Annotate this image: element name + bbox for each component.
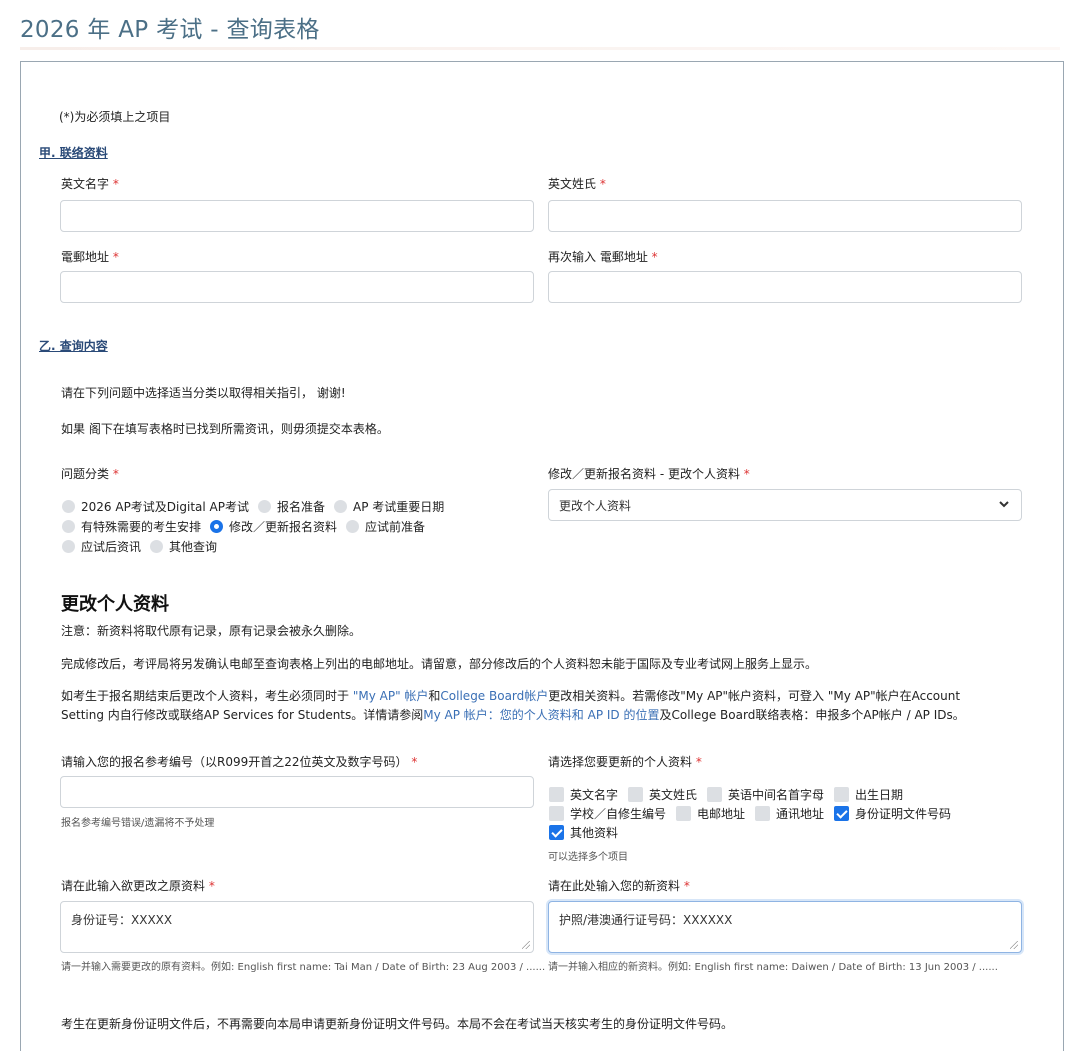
checkbox-checked-icon: [834, 806, 850, 821]
first-name-label: 英文名字 *: [61, 177, 119, 191]
first-name-input[interactable]: [60, 200, 534, 232]
title-divider: [20, 47, 1060, 50]
subcategory-select[interactable]: 更改个人资料: [548, 489, 1022, 521]
category-radio-row-1: 2026 AP考试及Digital AP考试 报名准备 AP 考试重要日期: [62, 498, 453, 515]
college-board-account-link[interactable]: College Board帐户: [440, 689, 548, 703]
update-fields-row-2: 学校／自修生编号 电邮地址 通讯地址 身份证明文件号码: [549, 805, 961, 822]
change-info-note: 注意：新资料将取代原有记录，原有记录会被永久删除。: [61, 624, 362, 638]
field-checkbox-other[interactable]: 其他资料: [549, 824, 618, 841]
email-confirm-label: 再次输入 電郵地址 *: [548, 250, 658, 264]
radio-circle-icon: [150, 540, 164, 553]
checkbox-icon: [628, 787, 644, 802]
original-info-label: 请在此输入欲更改之原资料 *: [61, 879, 215, 893]
original-info-textarea[interactable]: 身份证号：XXXXX: [60, 901, 534, 953]
checkbox-icon: [549, 787, 564, 802]
update-fields-row-3: 其他资料: [549, 824, 628, 841]
radio-circle-icon: [346, 520, 360, 533]
my-ap-id-location-link[interactable]: My AP 帐户：您的个人资料和 AP ID 的位置: [423, 708, 659, 722]
field-checkbox-middle-initial[interactable]: 英语中间名首字母: [707, 786, 824, 803]
field-checkbox-address[interactable]: 通讯地址: [755, 805, 824, 822]
radio-circle-icon: [257, 500, 271, 513]
change-info-para-1: 完成修改后，考评局将另发确认电邮至查询表格上列出的电邮地址。请留意，部分修改后的…: [61, 657, 818, 671]
subcategory-label: 修改／更新报名资料 - 更改个人资料 *: [548, 467, 750, 481]
email-label: 電郵地址 *: [61, 250, 119, 264]
checkbox-icon: [834, 787, 850, 802]
category-radio-row-2: 有特殊需要的考生安排 修改／更新报名资料 应试前准备: [62, 518, 434, 535]
update-fields-row-1: 英文名字 英文姓氏 英语中间名首字母 出生日期: [549, 786, 913, 803]
new-info-textarea[interactable]: 护照/港澳通行证号码：XXXXXX: [548, 901, 1022, 953]
id-update-note: 考生在更新身份证明文件后，不再需要向本局申请更新身份证明文件号码。本局不会在考试…: [61, 1017, 734, 1031]
field-checkbox-last-name[interactable]: 英文姓氏: [628, 786, 697, 803]
ref-number-label: 请输入您的报名参考编号（以R099开首之22位英文及数字号码） *: [61, 755, 418, 769]
radio-circle-icon: [62, 500, 75, 513]
category-radio-post-exam[interactable]: 应试后资讯: [62, 538, 141, 555]
intro-text-1: 请在下列问题中选择适当分类以取得相关指引， 谢谢!: [61, 386, 346, 400]
new-info-label: 请在此处输入您的新资料 *: [548, 879, 690, 893]
category-radio-update-info[interactable]: 修改／更新报名资料: [210, 518, 337, 535]
email-confirm-input[interactable]: [548, 271, 1022, 303]
category-radio-ap-exam[interactable]: 2026 AP考试及Digital AP考试: [62, 498, 249, 515]
radio-circle-icon: [62, 520, 75, 533]
category-radio-special-needs[interactable]: 有特殊需要的考生安排: [62, 518, 201, 535]
field-checkbox-id-number[interactable]: 身份证明文件号码: [834, 805, 951, 822]
field-checkbox-dob[interactable]: 出生日期: [834, 786, 903, 803]
change-info-para-2-line-1: 如考生于报名期结束后更改个人资料，考生必须同时于 "My AP" 帐户和Coll…: [61, 689, 961, 703]
my-ap-account-link[interactable]: "My AP" 帐户: [353, 689, 429, 703]
change-info-para-2-line-2: Setting 内自行修改或联络AP Services for Students…: [61, 708, 965, 722]
required-note: (*)为必须填上之项目: [59, 110, 171, 124]
field-checkbox-email[interactable]: 电邮地址: [676, 805, 745, 822]
ref-number-input[interactable]: [60, 776, 534, 808]
section-b-heading: 乙. 查询内容: [39, 339, 108, 353]
resize-handle-icon[interactable]: [522, 941, 530, 949]
original-info-value: 身份证号：XXXXX: [71, 913, 173, 927]
radio-selected-icon: [210, 520, 224, 533]
update-fields-label: 请选择您要更新的个人资料 *: [548, 755, 702, 769]
category-label: 问题分类 *: [61, 467, 119, 481]
multi-select-hint: 可以选择多个项目: [548, 852, 628, 863]
category-radio-other[interactable]: 其他查询: [150, 538, 217, 555]
category-radio-dates[interactable]: AP 考试重要日期: [334, 498, 444, 515]
chevron-down-icon: [999, 501, 1009, 508]
change-info-heading: 更改个人资料: [61, 594, 169, 615]
checkbox-icon: [755, 806, 771, 821]
field-checkbox-school-code[interactable]: 学校／自修生编号: [549, 805, 666, 822]
original-info-hint: 请一并输入需要更改的原有资料。例如: English first name: T…: [61, 962, 546, 973]
field-checkbox-first-name[interactable]: 英文名字: [549, 786, 618, 803]
radio-circle-icon: [62, 540, 75, 553]
checkbox-icon: [676, 806, 692, 821]
intro-text-2: 如果 阁下在填写表格时已找到所需资讯，则毋须提交本表格。: [61, 422, 389, 436]
email-input[interactable]: [60, 271, 534, 303]
new-info-hint: 请一并输入相应的新资料。例如: English first name: Daiw…: [548, 962, 998, 973]
ref-number-hint: 报名参考编号错误/遗漏将不予处理: [61, 818, 215, 829]
category-radio-pre-exam[interactable]: 应试前准备: [346, 518, 425, 535]
last-name-label: 英文姓氏 *: [548, 177, 606, 191]
section-a-heading: 甲. 联络资料: [39, 146, 108, 160]
inquiry-form: (*)为必须填上之项目 甲. 联络资料 英文名字 * 英文姓氏 * 電郵地址 *…: [20, 61, 1064, 1051]
subcategory-selected-value: 更改个人资料: [559, 499, 632, 513]
resize-handle-icon[interactable]: [1010, 941, 1018, 949]
checkbox-icon: [549, 806, 564, 821]
checkbox-checked-icon: [549, 825, 564, 840]
radio-circle-icon: [334, 500, 347, 513]
category-radio-row-3: 应试后资讯 其他查询: [62, 538, 226, 555]
page-title: 2026 年 AP 考试 - 查询表格: [20, 17, 320, 43]
new-info-value: 护照/港澳通行证号码：XXXXXX: [559, 913, 733, 927]
checkbox-icon: [707, 787, 723, 802]
last-name-input[interactable]: [548, 200, 1022, 232]
category-radio-registration[interactable]: 报名准备: [257, 498, 325, 515]
